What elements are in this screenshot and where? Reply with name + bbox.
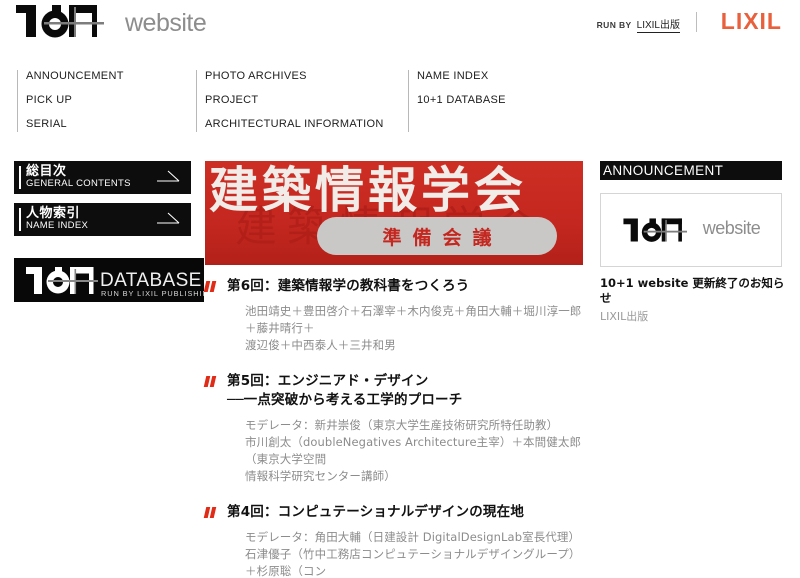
nav-item-photo-archives[interactable]: PHOTO ARCHIVES (205, 70, 384, 94)
article-meta: 池田靖史＋豊田啓介＋石澤宰＋木内俊克＋角田大輔＋堀川淳一郎＋藤井晴行＋ 渡辺俊＋… (245, 303, 585, 354)
red-bullet-icon (203, 507, 217, 518)
ten-plus-one-logo-icon (622, 217, 700, 243)
hero-pill-label: 準備会議 (382, 226, 503, 249)
article-title-line: 第5回：エンジニアド・デザイン (227, 373, 429, 389)
run-by-label: RUN BY (596, 20, 632, 30)
nav-column-2: PHOTO ARCHIVES PROJECT ARCHITECTURAL INF… (196, 70, 384, 132)
article-meta-line: 石津優子（竹中工務店コンピュテーショナルデザイングループ）＋杉原聡（コン (245, 547, 581, 578)
database-banner-subtitle: RUN BY LIXIL PUBLISHING (101, 289, 204, 298)
hero-title: 建築情報学会 (209, 162, 528, 219)
sidebar-button-label-en: GENERAL CONTENTS (26, 178, 131, 189)
nav-item-architectural-information[interactable]: ARCHITECTURAL INFORMATION (205, 118, 384, 142)
announcement-item-title[interactable]: 10+1 website 更新終了のお知らせ (600, 276, 785, 306)
article-title-line: 第6回：建築情報学の教科書をつくろう (227, 278, 470, 294)
sidebar-button-general-contents[interactable]: 総目次 GENERAL CONTENTS (14, 161, 191, 194)
sidebar-button-label-jp: 人物索引 (26, 205, 81, 220)
site-logo-word: website (125, 9, 207, 37)
article-title[interactable]: 第4回：コンピュテーショナルデザインの現在地 (227, 503, 585, 522)
sidebar-button-text: 人物索引 NAME INDEX (26, 205, 89, 232)
announcement-thumbnail[interactable]: website (600, 193, 782, 267)
ten-plus-one-logo-icon (14, 3, 122, 39)
article-title-line: ──一点突破から考える工学的プローチ (227, 392, 463, 408)
site-logo[interactable]: website (14, 3, 207, 39)
announcement-item-source: LIXIL出版 (600, 310, 649, 323)
article-item: 第5回：エンジニアド・デザイン ──一点突破から考える工学的プローチ モデレータ… (203, 372, 585, 485)
run-by-block: RUN BY LIXIL出版 (597, 16, 680, 33)
hero-pill: 準備会議 (317, 217, 557, 255)
nav-item-project[interactable]: PROJECT (205, 94, 384, 118)
article-meta: モデレータ：新井崇俊（東京大学生産技術研究所特任助教） 市川創太（doubleN… (245, 417, 585, 485)
announcement-heading: ANNOUNCEMENT (600, 161, 782, 180)
red-bullet-icon (203, 281, 217, 292)
right-sidebar: ANNOUNCEMENT website 10+1 website 更新終了のお… (600, 161, 785, 324)
sidebar-button-label-en: NAME INDEX (26, 220, 89, 231)
run-by-publisher[interactable]: LIXIL出版 (636, 16, 680, 33)
article-item: 第6回：建築情報学の教科書をつくろう 池田靖史＋豊田啓介＋石澤宰＋木内俊克＋角田… (203, 277, 585, 354)
sidebar-button-name-index[interactable]: 人物索引 NAME INDEX (14, 203, 191, 236)
sidebar-button-label-jp: 総目次 (26, 163, 67, 178)
lixil-brand-logo[interactable]: LIXIL (721, 10, 782, 33)
main-content: 建築情報学会 建築情報学会 準備会議 第6回：建築情報学の教科書をつくろう 池田… (203, 161, 585, 578)
nav-item-announcement[interactable]: ANNOUNCEMENT (26, 70, 124, 94)
accent-bar (19, 166, 21, 189)
database-banner-title: DATABASE (100, 270, 202, 291)
article-meta-line: モデレータ：角田大輔（日建設計 DigitalDesignLab室長代理） (245, 530, 581, 544)
nav-item-name-index[interactable]: NAME INDEX (417, 70, 506, 94)
nav-item-database[interactable]: 10+1 DATABASE (417, 94, 506, 118)
arrow-right-icon (157, 212, 181, 226)
arrow-right-icon (157, 170, 181, 184)
accent-bar (19, 208, 21, 231)
left-sidebar: 総目次 GENERAL CONTENTS 人物索引 NAME INDEX (14, 161, 191, 245)
main-navigation: ANNOUNCEMENT PICK UP SERIAL PHOTO ARCHIV… (0, 70, 800, 138)
red-bullet-icon (203, 376, 217, 387)
nav-column-3: NAME INDEX 10+1 DATABASE (408, 70, 506, 132)
article-title[interactable]: 第5回：エンジニアド・デザイン ──一点突破から考える工学的プローチ (227, 372, 585, 410)
article-title-line: 第4回：コンピュテーショナルデザインの現在地 (227, 504, 525, 520)
article-item: 第4回：コンピュテーショナルデザインの現在地 モデレータ：角田大輔（日建設計 D… (203, 503, 585, 578)
site-header: website RUN BY LIXIL出版 LIXIL (0, 0, 800, 58)
article-meta-line: 池田靖史＋豊田啓介＋石澤宰＋木内俊克＋角田大輔＋堀川淳一郎＋藤井晴行＋ (245, 304, 582, 335)
hero-banner[interactable]: 建築情報学会 建築情報学会 準備会議 (205, 161, 583, 265)
article-meta: モデレータ：角田大輔（日建設計 DigitalDesignLab室長代理） 石津… (245, 529, 585, 578)
article-meta-line: 情報科学研究センター講師） (245, 469, 396, 483)
database-banner[interactable]: DATABASE RUN BY LIXIL PUBLISHING (14, 258, 214, 302)
nav-item-serial[interactable]: SERIAL (26, 118, 124, 142)
nav-item-pick-up[interactable]: PICK UP (26, 94, 124, 118)
sidebar-button-text: 総目次 GENERAL CONTENTS (26, 163, 131, 190)
article-meta-line: モデレータ：新井崇俊（東京大学生産技術研究所特任助教） (245, 418, 559, 432)
nav-column-1: ANNOUNCEMENT PICK UP SERIAL (17, 70, 124, 132)
article-title[interactable]: 第6回：建築情報学の教科書をつくろう (227, 277, 585, 296)
article-meta-line: 市川創太（doubleNegatives Architecture主宰）＋本間健… (245, 435, 582, 466)
header-divider (696, 12, 697, 32)
page-root: website RUN BY LIXIL出版 LIXIL ANNOUNCEMEN… (0, 0, 800, 578)
article-meta-line: 渡辺俊＋中西泰人＋三井和男 (245, 338, 396, 352)
thumbnail-logo-word: website (702, 218, 761, 238)
